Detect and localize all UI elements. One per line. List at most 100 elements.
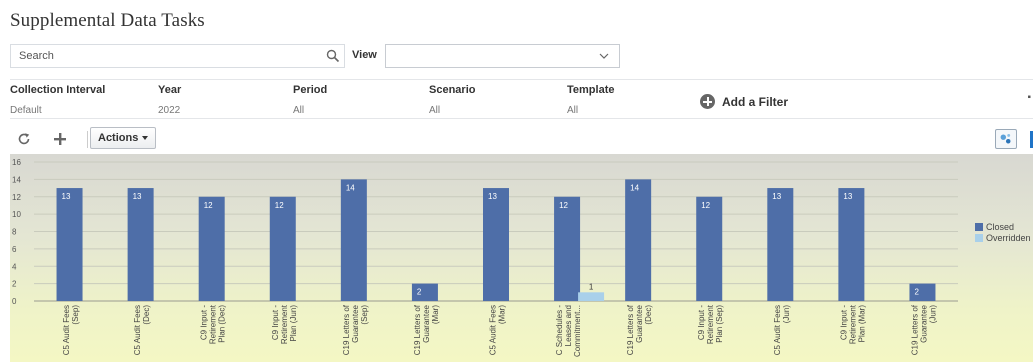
x-tick-label: C5 Audit Fees (Mar) — [489, 305, 507, 356]
x-tick-label-line: C5 Audit Fees — [133, 305, 142, 355]
bar-closed[interactable] — [767, 188, 794, 301]
overflow-indicator: ▪ — [1027, 92, 1031, 103]
x-tick-label: C5 Audit Fees (Dec) — [133, 305, 151, 356]
x-tick-label: C19 Letters of Guarantee (Sep) — [342, 304, 369, 355]
view-select[interactable] — [385, 44, 620, 68]
bar-closed[interactable] — [411, 283, 438, 301]
x-tick-label-line: Plan (Jun) — [289, 305, 298, 342]
actions-menu-button[interactable]: Actions — [90, 127, 157, 149]
bar-closed[interactable] — [625, 179, 652, 301]
bar-data-label: 14 — [630, 183, 639, 192]
filter-bar: Collection Interval Default Year 2022 Pe… — [10, 79, 1033, 119]
bar-overridden[interactable] — [578, 292, 605, 301]
y-tick-label: 10 — [12, 210, 21, 219]
x-tick-label-line: C5 Audit Fees — [773, 305, 782, 355]
filter-label: Collection Interval — [10, 84, 106, 96]
bar-data-label: 12 — [701, 201, 710, 210]
x-tick-label: C19 Letters of Guarantee (Jun) — [910, 304, 937, 355]
filter-label: Period — [293, 84, 328, 96]
chart-legend: Closed Overridden — [975, 221, 1031, 243]
toolbar: Actions — [10, 126, 1033, 152]
filter-value: All — [567, 105, 579, 116]
bar-closed[interactable] — [696, 196, 723, 301]
page-title: Supplemental Data Tasks — [10, 10, 205, 31]
x-tick-label: C5 Audit Fees (Jun) — [773, 305, 791, 356]
legend-item-overridden[interactable]: Overridden — [975, 232, 1031, 243]
bar-data-label: 12 — [559, 201, 568, 210]
x-tick-label: C Schedules - Leases and Commitment... — [555, 305, 582, 357]
bar-closed[interactable] — [269, 196, 296, 301]
bar-closed[interactable] — [838, 188, 865, 301]
x-tick-label-line: Commitment... — [573, 305, 582, 357]
bar-data-label: 12 — [275, 201, 284, 210]
x-tick-label-line: C19 Letters of — [413, 304, 422, 355]
filter-scenario[interactable]: Scenario All — [429, 84, 475, 116]
bar-data-label: 1 — [589, 282, 594, 291]
view-label: View — [352, 49, 377, 61]
x-tick-label: C19 Letters of Guarantee (Mar) — [413, 304, 440, 355]
bar-data-label: 12 — [204, 201, 213, 210]
x-tick-label-line: (Sep) — [360, 305, 369, 325]
search-field[interactable] — [10, 44, 345, 68]
bar-closed[interactable] — [483, 188, 509, 301]
legend-swatch — [975, 233, 983, 242]
bar-data-label: 13 — [772, 192, 781, 201]
x-tick-label-line: C5 Audit Fees — [489, 305, 498, 355]
bar-closed[interactable] — [909, 283, 936, 301]
filter-value: Default — [10, 105, 42, 116]
bar-closed[interactable] — [340, 179, 367, 301]
filter-year[interactable]: Year 2022 — [158, 84, 181, 116]
filter-collection-interval[interactable]: Collection Interval Default — [10, 84, 105, 116]
actions-label: Actions — [98, 132, 139, 144]
x-tick-label-line: C9 Input - — [200, 305, 209, 340]
filter-value: All — [293, 105, 305, 116]
bar-data-label: 13 — [843, 192, 852, 201]
legend-item-closed[interactable]: Closed — [975, 221, 1031, 232]
x-tick-label-line: C19 Letters of — [910, 304, 919, 355]
x-tick-label: C5 Audit Fees (Sep) — [62, 305, 80, 356]
x-tick-label-line: C19 Letters of — [342, 304, 351, 355]
refresh-icon[interactable] — [16, 131, 32, 147]
x-tick-label-line: Plan (Mar) — [857, 305, 866, 343]
filter-label: Template — [567, 84, 615, 96]
bar-closed[interactable] — [198, 196, 225, 301]
x-tick-label-line: (Jun) — [928, 305, 937, 324]
bar-data-label: 2 — [417, 288, 422, 297]
x-tick-label-line: C9 Input - — [839, 305, 848, 340]
filter-period[interactable]: Period All — [293, 84, 327, 116]
x-tick-label: C9 Input - Retirement Plan (Dec) — [200, 304, 227, 344]
x-tick-label-line: C Schedules - — [555, 305, 564, 356]
y-tick-label: 6 — [12, 245, 17, 254]
x-tick-label-line: Retirement — [848, 304, 857, 344]
bar-data-label: 13 — [62, 192, 71, 201]
legend-swatch — [975, 222, 983, 231]
add-filter-label: Add a Filter — [722, 94, 789, 109]
filter-label: Year — [158, 84, 182, 96]
x-tick-label-line: (Mar) — [431, 305, 440, 324]
chart-view-toggle-icon[interactable] — [995, 129, 1017, 149]
bar-chart: 024681012141613C5 Audit Fees (Sep)13C5 Au… — [12, 158, 958, 357]
x-tick-label-line: Guarantee — [919, 304, 928, 342]
bar-closed[interactable] — [56, 188, 83, 301]
x-tick-label-line: Retirement — [209, 304, 218, 344]
add-icon[interactable] — [52, 131, 68, 147]
filter-template[interactable]: Template All — [567, 84, 614, 116]
caret-down-icon — [142, 136, 149, 140]
x-tick-label-line: (Mar) — [498, 305, 507, 324]
bar-data-label: 13 — [488, 192, 497, 201]
x-tick-label-line: Retirement — [280, 304, 289, 344]
x-tick-label: C9 Input - Retirement Plan (Mar) — [839, 304, 866, 344]
search-input[interactable] — [11, 45, 321, 67]
x-tick-label-line: C19 Letters of — [626, 304, 635, 355]
status-chart: 0 2 4 6 8 10 12 14 16 13 C5 Audit Fees (Sep) 13 C5 Au… — [10, 154, 1033, 362]
y-tick-label: 8 — [12, 228, 17, 237]
y-tick-label: 2 — [12, 280, 17, 289]
chevron-down-icon — [599, 53, 609, 59]
bar-closed[interactable] — [554, 196, 581, 301]
add-filter-button[interactable]: Add a Filter — [700, 94, 788, 109]
toolbar-divider — [87, 131, 88, 148]
x-tick-label-line: C9 Input - — [271, 305, 280, 340]
search-icon[interactable] — [326, 49, 340, 63]
y-tick-label: 4 — [12, 262, 17, 271]
bar-closed[interactable] — [127, 188, 154, 301]
